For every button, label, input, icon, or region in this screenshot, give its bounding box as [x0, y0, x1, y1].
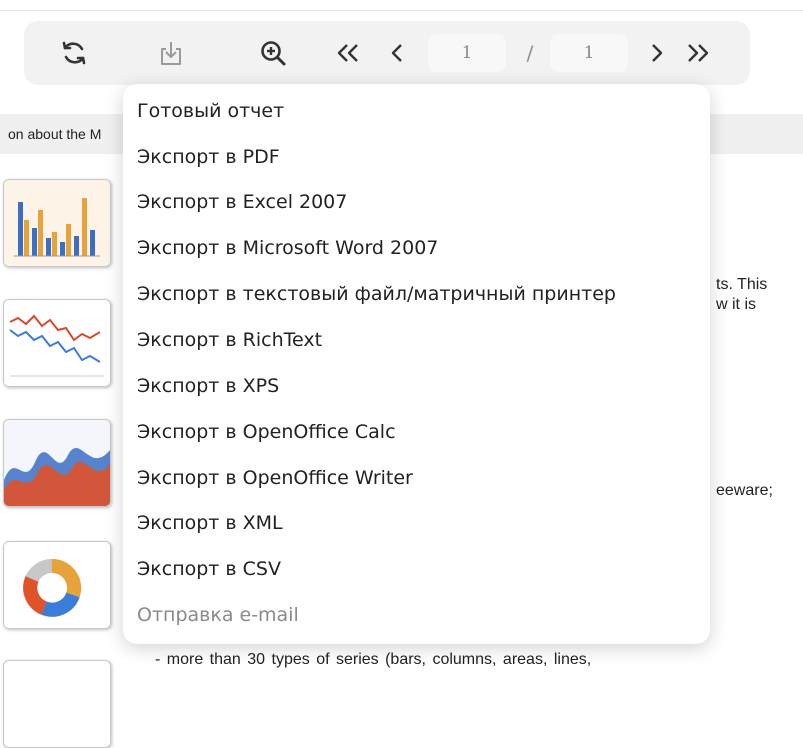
doc-text-fragment: eeware;: [716, 482, 773, 499]
area-chart-thumbnail: [3, 419, 111, 507]
refresh-button[interactable]: [54, 21, 94, 85]
menu-item-export-csv[interactable]: Экспорт в CSV: [137, 554, 281, 584]
first-page-button[interactable]: [330, 21, 366, 85]
export-button[interactable]: [151, 21, 191, 85]
doughnut-chart-thumbnail: [3, 541, 111, 629]
menu-item-export-pdf[interactable]: Экспорт в PDF: [137, 142, 280, 172]
next-page-button[interactable]: [642, 21, 672, 85]
menu-item-export-word[interactable]: Экспорт в Microsoft Word 2007: [137, 233, 438, 263]
bar-chart-thumbnail: [3, 179, 111, 267]
menu-item-ready-report[interactable]: Готовый отчет: [137, 96, 284, 126]
line-chart-thumbnail: [3, 299, 111, 387]
prev-page-button[interactable]: [382, 21, 412, 85]
zoom-button[interactable]: [253, 21, 293, 85]
export-menu: Готовый отчет Экспорт в PDF Экспорт в Ex…: [123, 84, 710, 644]
last-page-icon: [685, 41, 711, 65]
prev-page-icon: [389, 41, 405, 65]
menu-item-export-xps[interactable]: Экспорт в XPS: [137, 371, 279, 401]
next-page-icon: [649, 41, 665, 65]
download-icon: [157, 39, 185, 67]
menu-item-export-writer[interactable]: Экспорт в OpenOffice Writer: [137, 463, 413, 493]
total-pages: 1: [550, 34, 628, 72]
menu-item-export-xml[interactable]: Экспорт в XML: [137, 508, 283, 538]
zoom-in-icon: [259, 39, 287, 67]
refresh-icon: [60, 39, 88, 67]
doc-bullet-line: - more than 30 types of series (bars, co…: [155, 651, 592, 668]
first-page-icon: [335, 41, 361, 65]
doc-text-fragment: ts. This: [716, 276, 768, 293]
current-page-input[interactable]: 1: [428, 34, 506, 72]
report-toolbar: 1 / 1: [24, 21, 750, 85]
top-divider: [0, 10, 803, 11]
doc-text-fragment: w it is: [716, 296, 756, 313]
page-separator: /: [526, 41, 534, 65]
last-page-button[interactable]: [680, 21, 716, 85]
menu-item-send-email: Отправка e-mail: [137, 604, 299, 626]
menu-item-export-text[interactable]: Экспорт в текстовый файл/матричный принт…: [137, 279, 616, 309]
chart-thumbnail-partial: [3, 660, 111, 748]
menu-item-export-calc[interactable]: Экспорт в OpenOffice Calc: [137, 417, 396, 447]
menu-item-export-excel[interactable]: Экспорт в Excel 2007: [137, 187, 347, 217]
menu-item-export-richtext[interactable]: Экспорт в RichText: [137, 325, 322, 355]
